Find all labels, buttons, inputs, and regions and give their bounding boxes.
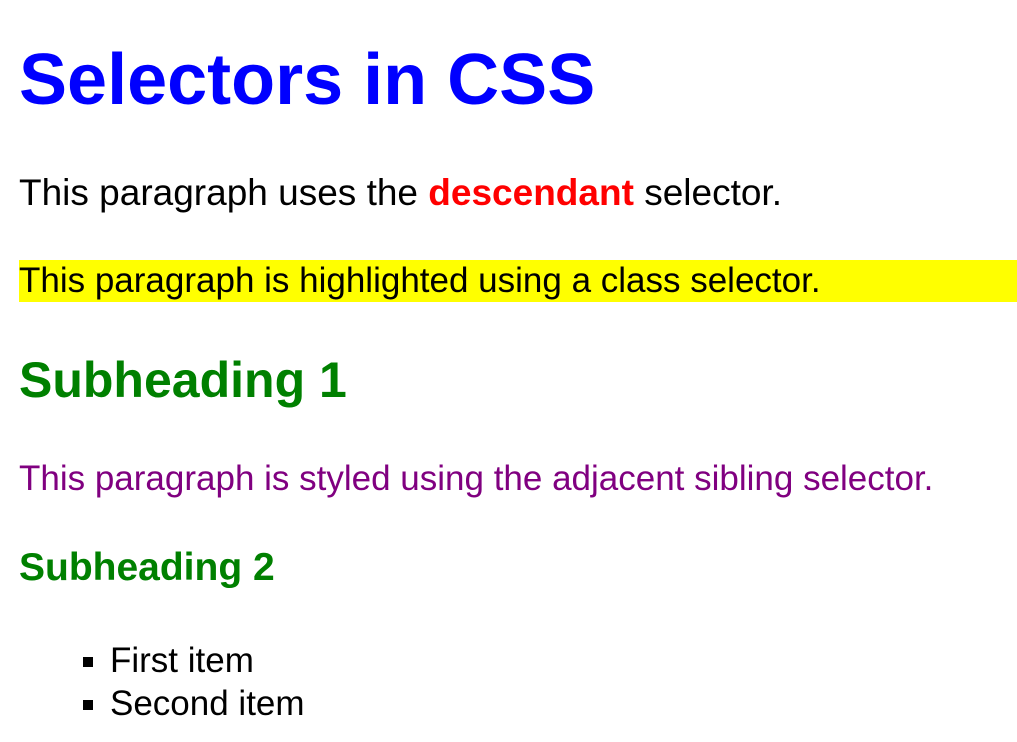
subheading-1: Subheading 1: [19, 352, 347, 408]
page-content: Selectors in CSS This paragraph uses the…: [0, 0, 1017, 725]
subheading-2: Subheading 2: [19, 546, 275, 589]
item-list: First item Second item: [19, 639, 1017, 725]
descendant-emphasis: descendant: [428, 172, 634, 213]
page-title: Selectors in CSS: [19, 40, 596, 120]
list-item: First item: [110, 639, 1017, 682]
list-item: Second item: [110, 682, 1017, 725]
descendant-paragraph-text-after: selector.: [633, 172, 782, 213]
adjacent-sibling-paragraph: This paragraph is styled using the adjac…: [19, 459, 934, 498]
descendant-paragraph: This paragraph uses the descendant selec…: [19, 172, 1017, 214]
highlighted-paragraph: This paragraph is highlighted using a cl…: [19, 260, 1017, 302]
descendant-paragraph-text-before: This paragraph uses the: [19, 172, 429, 213]
